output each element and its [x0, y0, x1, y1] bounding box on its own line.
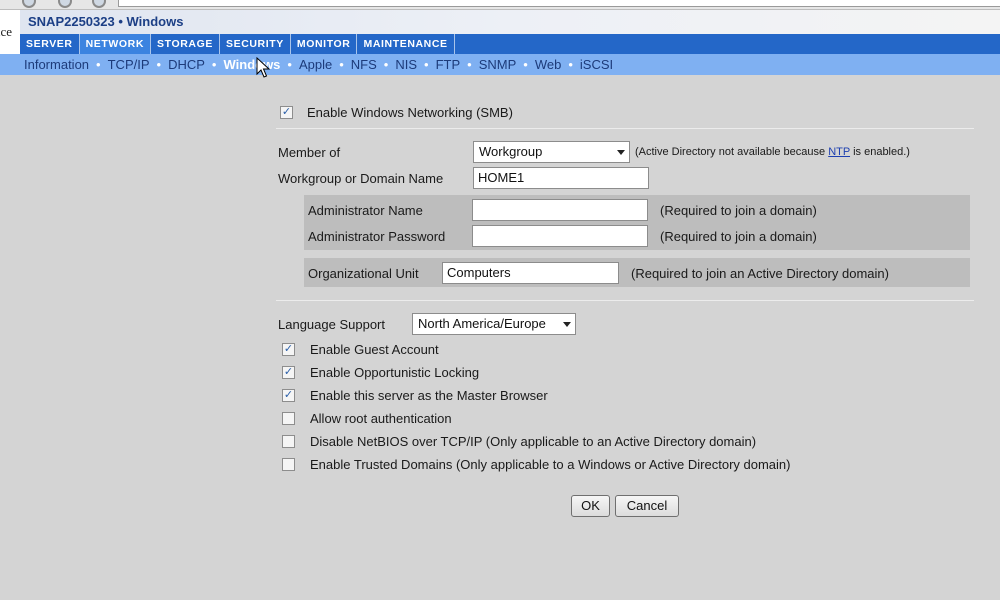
checkmark-icon: ✓: [283, 343, 294, 355]
nav-separator: •: [339, 57, 344, 72]
active-directory-note: (Active Directory not available because …: [635, 146, 910, 158]
ok-button[interactable]: OK: [571, 495, 610, 517]
org-unit-input[interactable]: Computers: [442, 262, 619, 284]
option-label: Enable Guest Account: [310, 342, 439, 357]
page-left-edge: nce: [0, 10, 20, 54]
tab-maintenance[interactable]: MAINTENANCE: [357, 34, 455, 54]
tab-storage[interactable]: STORAGE: [151, 34, 220, 54]
subnav-dhcp[interactable]: DHCP: [168, 57, 205, 72]
option-checkbox[interactable]: [282, 458, 295, 471]
admin-name-label: Administrator Name: [308, 203, 423, 218]
option-checkbox[interactable]: [282, 435, 295, 448]
admin-password-note: (Required to join a domain): [660, 229, 817, 244]
ad-note-prefix: (Active Directory not available because: [635, 146, 829, 158]
option-label: Disable NetBIOS over TCP/IP (Only applic…: [310, 434, 757, 449]
main-navigation: SERVER NETWORK STORAGE SECURITY MONITOR MAINT…: [20, 34, 1000, 54]
option-label: Enable Opportunistic Locking: [310, 365, 480, 380]
tab-security[interactable]: SECURITY: [220, 34, 291, 54]
admin-password-input[interactable]: [472, 225, 648, 247]
subnav-windows[interactable]: Windows: [223, 57, 280, 72]
subnav-ftp[interactable]: FTP: [436, 57, 461, 72]
subnav-nis[interactable]: NIS: [395, 57, 417, 72]
enable-smb-label: Enable Windows Networking (SMB): [307, 105, 513, 120]
subnav-snmp[interactable]: SNMP: [479, 57, 517, 72]
tab-monitor[interactable]: MONITOR: [291, 34, 358, 54]
option-label: Enable this server as the Master Browser: [310, 388, 548, 403]
chevron-down-icon: [563, 322, 571, 327]
nav-separator: •: [211, 57, 217, 72]
admin-password-label: Administrator Password: [308, 229, 446, 244]
language-select[interactable]: North America/Europe: [412, 313, 576, 335]
cancel-button[interactable]: Cancel: [615, 495, 679, 517]
subnav-apple[interactable]: Apple: [299, 57, 332, 72]
nav-separator: •: [424, 57, 429, 72]
checkmark-icon: ✓: [283, 389, 294, 401]
workgroup-label: Workgroup or Domain Name: [278, 171, 444, 186]
ad-note-suffix: is enabled.): [850, 146, 910, 158]
language-label: Language Support: [278, 317, 385, 332]
option-label: Enable Trusted Domains (Only applicable …: [310, 457, 791, 472]
checkmark-icon: ✓: [281, 106, 292, 118]
option-checkbox[interactable]: ✓: [282, 343, 295, 356]
divider: [276, 128, 974, 129]
subnav-web[interactable]: Web: [535, 57, 562, 72]
workgroup-input[interactable]: HOME1: [473, 167, 649, 189]
nav-separator: •: [96, 57, 101, 72]
stop-icon[interactable]: [58, 0, 72, 8]
ntp-link[interactable]: NTP: [828, 146, 850, 158]
tab-network[interactable]: NETWORK: [79, 34, 152, 54]
org-unit-label: Organizational Unit: [308, 266, 419, 281]
enable-smb-checkbox[interactable]: ✓: [280, 106, 293, 119]
org-unit-note: (Required to join an Active Directory do…: [631, 266, 889, 281]
chevron-down-icon: [617, 150, 625, 155]
nav-separator: •: [523, 57, 528, 72]
option-checkbox[interactable]: [282, 412, 295, 425]
option-checkbox[interactable]: ✓: [282, 366, 295, 379]
subnav-iscsi[interactable]: iSCSI: [580, 57, 613, 72]
sub-navigation: Information • TCP/IP • DHCP • Windows • Apple • NF…: [0, 54, 1000, 75]
admin-name-input[interactable]: [472, 199, 648, 221]
subnav-nfs[interactable]: NFS: [351, 57, 377, 72]
page-title: SNAP2250323 • Windows: [20, 10, 1000, 34]
option-label: Allow root authentication: [310, 411, 452, 426]
member-of-value: Workgroup: [479, 144, 543, 159]
tab-server[interactable]: SERVER: [20, 34, 80, 54]
subnav-information[interactable]: Information: [24, 57, 89, 72]
divider: [276, 300, 974, 301]
nav-separator: •: [467, 57, 472, 72]
nav-separator: •: [287, 57, 292, 72]
nav-separator: •: [156, 57, 162, 72]
subnav-tcp-ip[interactable]: TCP/IP: [108, 57, 150, 72]
back-icon[interactable]: [22, 0, 36, 8]
address-bar[interactable]: [118, 0, 1000, 7]
member-of-label: Member of: [278, 145, 341, 160]
language-value: North America/Europe: [418, 316, 546, 331]
admin-name-note: (Required to join a domain): [660, 203, 817, 218]
home-icon[interactable]: [92, 0, 106, 8]
mouse-pointer-icon: [256, 57, 270, 78]
member-of-select[interactable]: Workgroup: [473, 141, 630, 163]
checkmark-icon: ✓: [283, 366, 294, 378]
nav-separator: •: [383, 57, 389, 72]
option-checkbox[interactable]: ✓: [282, 389, 295, 402]
nav-separator: •: [568, 57, 573, 72]
browser-toolbar: [0, 0, 1000, 10]
